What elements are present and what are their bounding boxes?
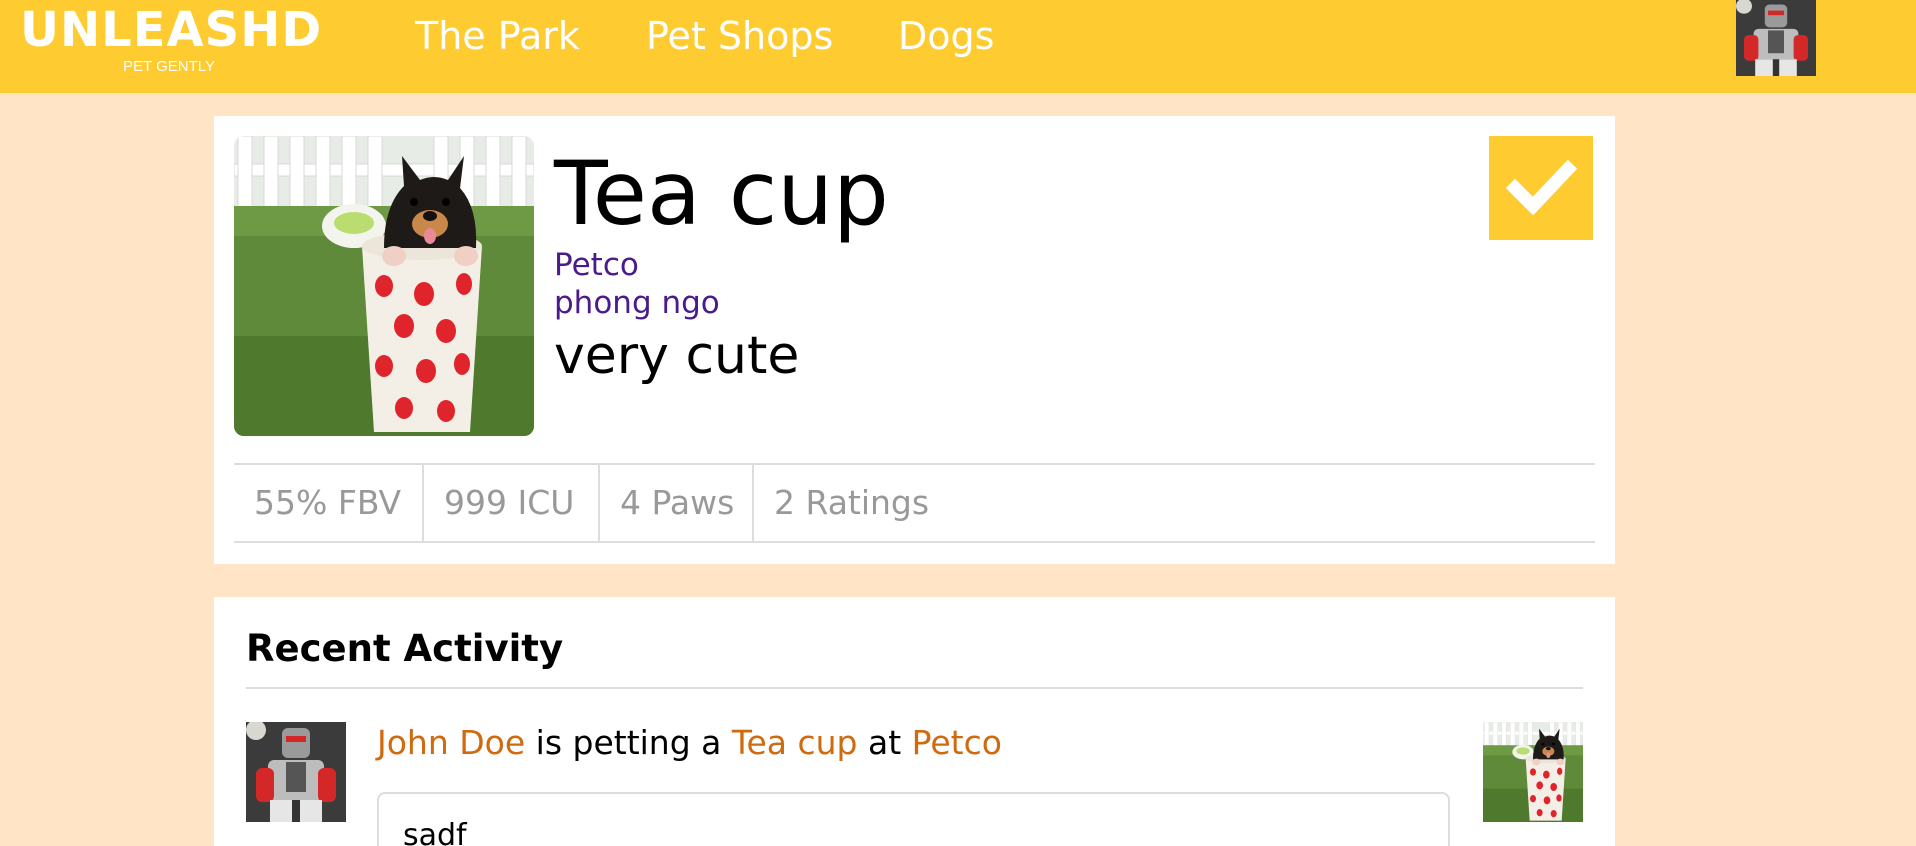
activity-pet-link[interactable]: Tea cup bbox=[732, 723, 858, 762]
checkmark-icon bbox=[1505, 159, 1578, 216]
activity-verb: is petting a bbox=[535, 723, 722, 762]
brand-logo[interactable]: UNLEASHD PET GENTLY bbox=[20, 2, 330, 80]
pet-shop-link[interactable]: Petco bbox=[554, 247, 639, 283]
brand-name: UNLEASHD bbox=[20, 2, 323, 58]
activity-item-text: John Doe is petting a Tea cup at Petco bbox=[377, 721, 1002, 765]
pet-owner-link[interactable]: phong ngo bbox=[554, 284, 720, 322]
pet-checkin-button[interactable] bbox=[1489, 136, 1593, 240]
stat-ratings: 2 Ratings bbox=[752, 465, 972, 541]
activity-pet-thumbnail[interactable] bbox=[1483, 722, 1583, 822]
activity-user-link[interactable]: John Doe bbox=[377, 723, 525, 762]
stat-paws: 4 Paws bbox=[598, 465, 752, 541]
pet-profile-card: Tea cup Petco phong ngo very cute 55% FB… bbox=[214, 116, 1615, 564]
pet-photo bbox=[234, 136, 534, 436]
stat-icu: 999 ICU bbox=[422, 465, 598, 541]
recent-activity-card: Recent Activity John Doe is petting a Te… bbox=[214, 597, 1615, 846]
activity-comment-text: sadf bbox=[403, 818, 467, 846]
activity-user-avatar[interactable] bbox=[246, 722, 346, 822]
activity-preposition: at bbox=[867, 723, 902, 762]
stat-fbv: 55% FBV bbox=[254, 483, 402, 522]
brand-tagline: PET GENTLY bbox=[123, 58, 215, 75]
pet-description: very cute bbox=[554, 326, 800, 386]
top-navbar: UNLEASHD PET GENTLY The Park Pet Shops D… bbox=[0, 0, 1916, 93]
nav-link-dogs[interactable]: Dogs bbox=[898, 14, 994, 58]
pet-stats-bar: 55% FBV 999 ICU 4 Paws 2 Ratings bbox=[234, 463, 1595, 543]
pet-name: Tea cup bbox=[554, 142, 889, 245]
activity-heading: Recent Activity bbox=[246, 627, 564, 670]
user-avatar[interactable] bbox=[1736, 0, 1816, 76]
activity-comment: sadf bbox=[377, 792, 1450, 846]
activity-place-link[interactable]: Petco bbox=[912, 723, 1002, 762]
activity-divider bbox=[246, 687, 1583, 689]
nav-link-the-park[interactable]: The Park bbox=[415, 14, 580, 58]
nav-link-pet-shops[interactable]: Pet Shops bbox=[646, 14, 833, 58]
